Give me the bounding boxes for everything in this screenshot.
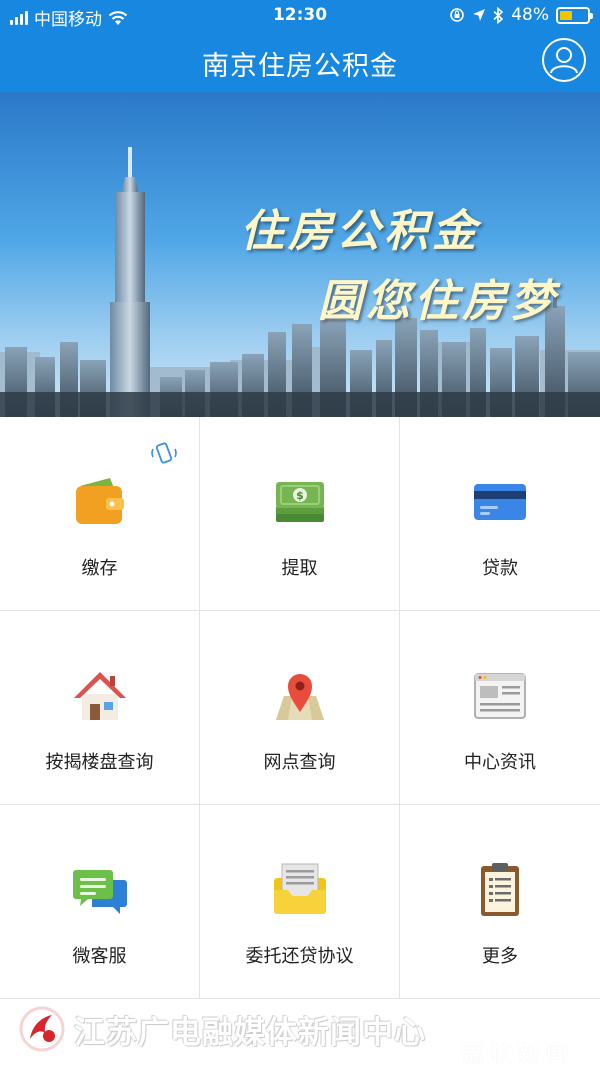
battery-percent: 48% [511,5,549,25]
grid-item-label: 微客服 [72,946,127,967]
grid-item-more[interactable]: 更多 [400,805,600,999]
shake-phone-icon [151,442,177,464]
status-bar-right: 48% [449,5,593,25]
banner-slogan-line2: 圆您住房梦 [318,276,558,327]
broadcast-logo-icon [19,1006,65,1052]
location-icon [473,9,486,21]
watermark-faint-text: 荔枝新闻 [462,1042,575,1067]
news-window-icon [474,673,526,719]
document-folder-icon [273,863,326,914]
grid-item-outlet-search[interactable]: 网点查询 [200,611,400,805]
grid-item-deposit[interactable]: 缴存 [0,417,200,611]
grid-item-label: 贷款 [482,558,518,579]
cash-stack-icon: $ [275,482,324,522]
footer-watermark: 江苏广电融媒体新闻中心 荔枝新闻 [0,999,600,1067]
credit-card-icon [474,484,526,520]
battery-level [560,10,573,20]
bluetooth-icon [493,6,504,24]
svg-text:$: $ [296,489,304,502]
chat-bubbles-icon [72,870,127,914]
map-pin-icon [275,674,324,720]
grid-item-label: 网点查询 [263,752,336,773]
status-bar: 中国移动 12:30 48% [0,0,600,32]
page-title: 南京住房公积金 [202,51,398,82]
grid-item-label: 提取 [281,558,318,579]
profile-button[interactable] [542,38,586,82]
grid-item-withdraw[interactable]: $ 提取 [200,417,400,611]
battery-icon [556,6,593,24]
grid-item-repayment-agreement[interactable]: 委托还贷协议 [200,805,400,999]
nav-bar: 南京住房公积金 [0,32,600,92]
grid-item-mortgage-property-search[interactable]: 按揭楼盘查询 [0,611,200,805]
grid-item-label: 中心资讯 [464,752,536,773]
grid-item-label: 更多 [482,946,518,967]
feature-grid: 缴存 $ 提取 贷款 按揭楼盘查询 网点查询 中心资讯 微客服 委托还贷协议 更… [0,417,600,999]
promo-banner[interactable]: 住房公积金 圆您住房梦 [0,92,600,417]
grid-item-loan[interactable]: 贷款 [400,417,600,611]
clipboard-list-icon [481,863,519,916]
house-icon [73,672,126,720]
grid-item-online-service[interactable]: 微客服 [0,805,200,999]
wallet-icon [75,478,124,524]
user-profile-icon [550,47,578,74]
grid-item-label: 委托还贷协议 [245,946,354,967]
banner-slogan-line1: 住房公积金 [240,206,480,257]
grid-item-label: 按揭楼盘查询 [45,752,154,773]
grid-item-label: 缴存 [81,558,118,579]
watermark-text: 江苏广电融媒体新闻中心 [74,1015,426,1051]
orientation-lock-icon [450,8,465,22]
grid-item-center-news[interactable]: 中心资讯 [400,611,600,805]
